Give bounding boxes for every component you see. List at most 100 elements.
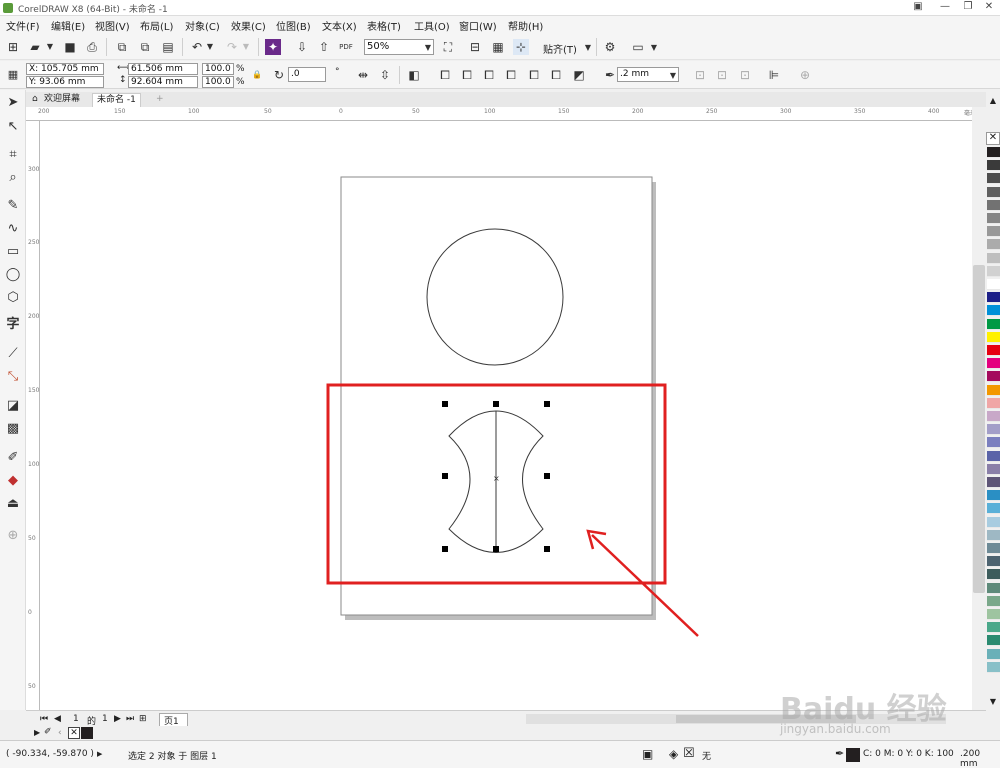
- open-dropdown-icon[interactable]: ▼: [42, 39, 58, 55]
- palette-swatch[interactable]: [987, 384, 1000, 396]
- new-tab-icon[interactable]: +: [152, 93, 168, 107]
- menu-view[interactable]: 视图(V): [95, 18, 130, 33]
- print-icon[interactable]: ⎙: [84, 39, 100, 55]
- palette-swatch[interactable]: [987, 305, 1000, 317]
- palette-swatch[interactable]: [987, 252, 1000, 264]
- menu-table[interactable]: 表格(T): [367, 18, 401, 33]
- copy-icon[interactable]: ⧉: [137, 39, 153, 55]
- horizontal-ruler[interactable]: 200 150 100 50 0 50 100 150 200 250 300 …: [26, 107, 986, 121]
- palette-swatch[interactable]: [987, 265, 1000, 277]
- palette-swatch[interactable]: [987, 450, 1000, 462]
- freehand-tool-icon[interactable]: ✎: [4, 197, 22, 215]
- palette-left-icon[interactable]: ‹: [58, 728, 62, 738]
- pick-tool-icon[interactable]: ➤: [4, 94, 22, 112]
- menu-effects[interactable]: 效果(C): [231, 18, 266, 33]
- trim-icon[interactable]: ⧠: [459, 67, 475, 83]
- last-page-icon[interactable]: ⏭: [126, 714, 134, 724]
- launcher-dropdown-icon[interactable]: ▼: [646, 40, 662, 56]
- lock-ratio-icon[interactable]: 🔒: [252, 70, 262, 79]
- menu-bitmaps[interactable]: 位图(B): [276, 18, 311, 33]
- publish-pdf-icon[interactable]: PDF: [338, 39, 354, 55]
- palette-swatch[interactable]: [987, 411, 1000, 422]
- crop-tool-icon[interactable]: ⌗: [4, 146, 22, 164]
- palette-swatch[interactable]: [987, 345, 1000, 356]
- palette-swatch[interactable]: [987, 424, 1000, 436]
- text-tool-icon[interactable]: 字: [4, 316, 22, 334]
- palette-swatch[interactable]: [987, 477, 1000, 488]
- palette-swatch[interactable]: [987, 609, 1000, 620]
- tab-welcome-screen[interactable]: 欢迎屏幕: [40, 93, 84, 107]
- palette-swatch[interactable]: [987, 358, 1000, 370]
- parallel-dimension-icon[interactable]: ⟋: [4, 345, 22, 363]
- palette-swatch[interactable]: [987, 173, 1000, 185]
- palette-swatch[interactable]: [987, 622, 1000, 634]
- doc-black-swatch[interactable]: [81, 727, 93, 739]
- smart-fill-icon[interactable]: ⏏: [4, 495, 22, 513]
- menu-object[interactable]: 对象(C): [185, 18, 220, 33]
- palette-swatch[interactable]: [987, 371, 1000, 383]
- mirror-horizontal-icon[interactable]: ⇹: [355, 67, 371, 83]
- add-tool-icon[interactable]: ⊕: [4, 527, 22, 545]
- palette-swatch[interactable]: [987, 569, 1000, 581]
- first-page-icon[interactable]: ⏮: [40, 714, 48, 724]
- show-rulers-icon[interactable]: ⊟: [467, 39, 483, 55]
- palette-swatch[interactable]: [987, 186, 1000, 198]
- drop-shadow-icon[interactable]: ◪: [4, 397, 22, 415]
- palette-swatch[interactable]: [987, 503, 1000, 515]
- palette-swatch[interactable]: [987, 648, 1000, 660]
- palette-swatch[interactable]: [987, 292, 1000, 304]
- show-guidelines-icon[interactable]: ⊹: [513, 39, 529, 55]
- position-y-field[interactable]: Y: 93.06 mm: [26, 76, 104, 88]
- ellipse-tool-icon[interactable]: ◯: [4, 266, 22, 284]
- palette-swatch[interactable]: [987, 463, 1000, 475]
- save-icon[interactable]: ■: [62, 39, 78, 55]
- vertical-ruler[interactable]: 300 250 200 150 100 50 0 50: [26, 121, 40, 710]
- shape-tool-icon[interactable]: ↖: [4, 118, 22, 136]
- palette-swatch[interactable]: [987, 516, 1000, 528]
- scale-y-field[interactable]: 100.0: [202, 76, 234, 88]
- doc-no-color-swatch[interactable]: ✕: [68, 727, 80, 739]
- group-icon[interactable]: ⊡: [714, 67, 730, 83]
- intersect-icon[interactable]: ⧠: [481, 67, 497, 83]
- status-expand-icon[interactable]: ▶: [97, 750, 102, 758]
- palette-swatch[interactable]: [987, 529, 1000, 541]
- palette-swatch[interactable]: [987, 543, 1000, 554]
- vertical-scroll-thumb[interactable]: [973, 265, 985, 593]
- rotation-angle-field[interactable]: .0: [288, 67, 326, 82]
- palette-swatch[interactable]: [987, 437, 1000, 449]
- next-page-icon[interactable]: ▶: [114, 714, 121, 724]
- vertical-scrollbar[interactable]: [972, 107, 986, 710]
- palette-menu-icon[interactable]: ▶: [34, 728, 40, 737]
- menu-help[interactable]: 帮助(H): [508, 18, 543, 33]
- transparency-icon[interactable]: ▩: [4, 420, 22, 438]
- cut-icon[interactable]: ⧉: [114, 39, 130, 55]
- menu-edit[interactable]: 编辑(E): [51, 18, 85, 33]
- menu-file[interactable]: 文件(F): [6, 18, 40, 33]
- palette-swatch[interactable]: [987, 199, 1000, 211]
- rectangle-tool-icon[interactable]: ▭: [4, 243, 22, 261]
- tab-untitled-1[interactable]: 未命名 -1: [92, 93, 141, 107]
- interactive-fill-icon[interactable]: ◆: [4, 472, 22, 490]
- palette-scroll-up-icon[interactable]: ▲: [988, 96, 998, 106]
- snap-to-menu[interactable]: 贴齐(T): [543, 41, 577, 56]
- scale-x-field[interactable]: 100.0: [202, 63, 234, 75]
- menu-text[interactable]: 文本(X): [322, 18, 357, 33]
- palette-swatch[interactable]: [987, 661, 1000, 673]
- undo-dropdown-icon[interactable]: ▼: [202, 39, 218, 55]
- align-icon[interactable]: ⊡: [692, 67, 708, 83]
- palette-swatch[interactable]: [987, 635, 1000, 647]
- palette-swatch[interactable]: [987, 279, 1000, 290]
- outline-width-dropdown-icon[interactable]: ▼: [665, 68, 681, 84]
- zoom-dropdown-icon[interactable]: ▼: [420, 40, 436, 56]
- no-color-swatch-icon[interactable]: ✕: [986, 132, 1000, 145]
- new-document-icon[interactable]: ⊞: [5, 39, 21, 55]
- eyedropper-small-icon[interactable]: ✐: [44, 727, 52, 737]
- palette-swatch[interactable]: [987, 318, 1000, 330]
- paste-icon[interactable]: ▤: [160, 39, 176, 55]
- palette-swatch[interactable]: [987, 239, 1000, 251]
- palette-swatch[interactable]: [987, 160, 1000, 172]
- palette-swatch[interactable]: [987, 556, 1000, 568]
- zoom-tool-icon[interactable]: ⌕: [4, 169, 22, 187]
- palette-swatch[interactable]: [987, 595, 1000, 607]
- palette-swatch[interactable]: [987, 490, 1000, 502]
